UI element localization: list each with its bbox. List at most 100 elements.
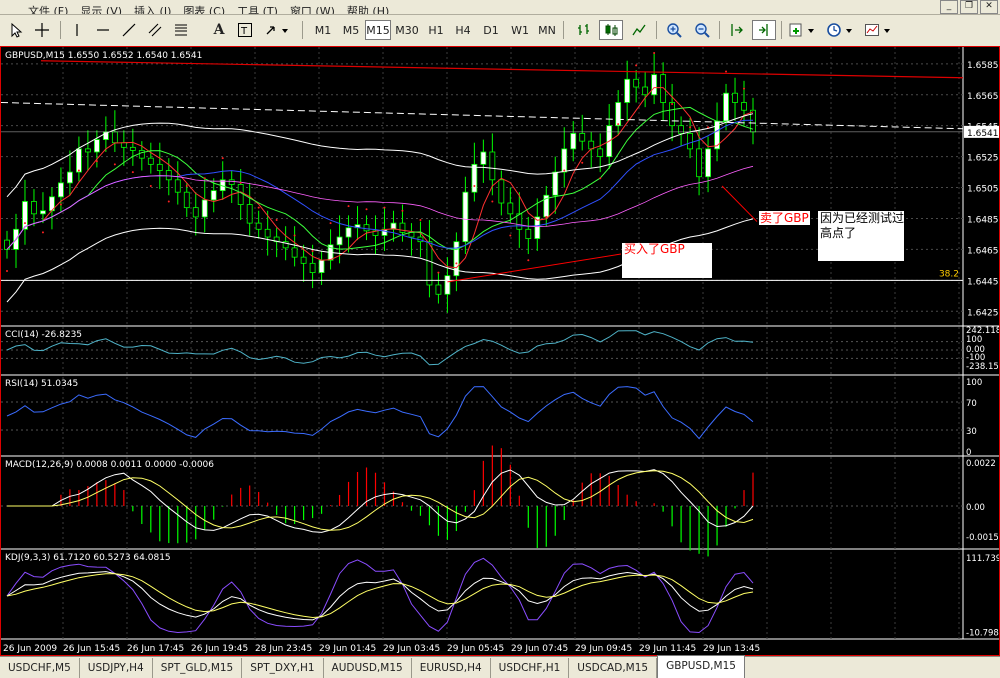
- minimize-button[interactable]: _: [940, 0, 958, 14]
- sar-dot: [545, 215, 548, 218]
- channel-icon[interactable]: [144, 20, 166, 40]
- candle-body: [480, 151, 487, 165]
- cci-line: [6, 330, 754, 366]
- timeframe-mn-button[interactable]: MN: [534, 20, 560, 40]
- arrow-dropdown-icon[interactable]: [262, 20, 292, 40]
- candle-body: [345, 227, 352, 238]
- candle-body: [462, 191, 469, 243]
- sar-dot: [185, 185, 188, 187]
- timeframe-h4-button[interactable]: H4: [450, 20, 476, 40]
- tab-spt-dxy-h1[interactable]: SPT_DXY,H1: [242, 658, 324, 678]
- chart-canvas[interactable]: 1.65851.65651.65451.65251.65051.64851.64…: [1, 47, 999, 655]
- sar-dot: [275, 219, 278, 222]
- resistance-line: [40, 60, 964, 79]
- autoscroll-icon[interactable]: [725, 20, 749, 40]
- tab-usdchf-m5[interactable]: USDCHF,M5: [0, 658, 80, 678]
- timeframe-m30-button[interactable]: M30: [394, 20, 420, 40]
- timeframe-w1-button[interactable]: W1: [507, 20, 533, 40]
- chart-window[interactable]: 1.65851.65651.65451.65251.65051.64851.64…: [0, 46, 1000, 656]
- rsi-axis-label: 0: [966, 448, 971, 458]
- candle-body: [309, 262, 316, 274]
- trendline-icon[interactable]: [118, 20, 140, 40]
- timeframe-m15-button[interactable]: M15: [365, 20, 391, 40]
- tab-usdcad-m15[interactable]: USDCAD,M15: [569, 658, 658, 678]
- crosshair-icon[interactable]: [30, 20, 54, 40]
- text-label-icon[interactable]: T: [234, 20, 256, 40]
- sell-arrow-line: [721, 185, 758, 222]
- candle-body: [678, 125, 684, 134]
- fibonacci-icon[interactable]: [170, 20, 192, 40]
- tab-usdjpy-h4[interactable]: USDJPY,H4: [80, 658, 153, 678]
- candle-body: [246, 204, 253, 224]
- sar-dot: [725, 70, 728, 73]
- sar-dot: [617, 123, 620, 126]
- menu-item-6[interactable]: 帮助 (H): [341, 6, 395, 15]
- macd-line: [7, 469, 754, 533]
- menu-bar: 文件 (F) 显示 (V) 插入 (I) 图表 (C) 工具 (T) 窗口 (W) 帮助 (…: [0, 0, 1000, 15]
- menu-item-4[interactable]: 工具 (T): [231, 6, 284, 15]
- candle-body: [588, 140, 595, 150]
- time-axis-label: 29 Jun 07:45: [511, 644, 568, 654]
- menu-item-1[interactable]: 显示 (V): [74, 6, 128, 15]
- candle-body: [615, 102, 622, 127]
- timeframe-h1-button[interactable]: H1: [423, 20, 449, 40]
- tab-usdchf-h1[interactable]: USDCHF,H1: [491, 658, 570, 678]
- sar-dot: [41, 231, 44, 234]
- tab-spt-gld-m15[interactable]: SPT_GLD,M15: [153, 658, 243, 678]
- candle-body: [705, 148, 711, 178]
- sar-dot: [437, 271, 440, 274]
- candle-body: [40, 210, 46, 215]
- timeframe-d1-button[interactable]: D1: [478, 20, 504, 40]
- candle-body: [165, 170, 172, 181]
- menu-item-3[interactable]: 图表 (C): [177, 6, 231, 15]
- candle-body: [318, 259, 325, 274]
- templates-dropdown-icon[interactable]: [862, 20, 896, 40]
- zoom-out-icon[interactable]: [690, 20, 714, 40]
- horizontal-line-icon[interactable]: [92, 20, 114, 40]
- restore-button[interactable]: ❐: [960, 0, 978, 14]
- sar-dot: [203, 177, 206, 180]
- line-chart-icon[interactable]: [627, 20, 651, 40]
- sell-reason-annotation: 因为已经测试过高点了: [820, 211, 905, 240]
- candle-body: [732, 92, 738, 103]
- fib-label: 38.2: [939, 269, 959, 279]
- sar-dot: [509, 234, 512, 237]
- menu-item-0[interactable]: 文件 (F): [22, 6, 74, 15]
- candle-body: [129, 146, 136, 151]
- tab-audusd-m15[interactable]: AUDUSD,M15: [324, 658, 412, 678]
- candle-body: [210, 190, 217, 201]
- close-button[interactable]: ✕: [980, 0, 998, 14]
- window-controls: _ ❐ ✕: [940, 0, 998, 14]
- time-axis-label: 29 Jun 13:45: [703, 644, 760, 654]
- candle-body: [435, 284, 442, 295]
- candle-body: [120, 142, 127, 148]
- ma-5-line: [6, 87, 754, 269]
- kdj-axis-label: -10.798: [966, 629, 999, 639]
- sar-dot: [221, 157, 224, 160]
- chart-tabs: USDCHF,M5 USDJPY,H4 SPT_GLD,M15 SPT_DXY,H1 A…: [0, 655, 1000, 678]
- buy-annotation: 买入了GBP: [624, 242, 685, 256]
- indicators-dropdown-icon[interactable]: [786, 20, 820, 40]
- periods-dropdown-icon[interactable]: [824, 20, 858, 40]
- kdj-header: KDJ(9,3,3) 61.7120 60.5273 64.0815: [5, 553, 171, 563]
- menu-item-5[interactable]: 窗口 (W): [284, 6, 341, 15]
- rsi-header: RSI(14) 51.0345: [5, 379, 78, 389]
- buy-annotation-box: 买入了GBP: [622, 243, 712, 278]
- sar-dot: [401, 209, 404, 212]
- timeframe-m5-button[interactable]: M5: [338, 20, 364, 40]
- menu-item-2[interactable]: 插入 (I): [128, 6, 177, 15]
- time-axis-label: 26 Jun 15:45: [63, 644, 120, 654]
- tab-gbpusd-m15[interactable]: GBPUSD,M15: [657, 655, 745, 678]
- candle-body: [201, 199, 208, 218]
- candlestick-icon[interactable]: [599, 20, 623, 40]
- cursor-icon[interactable]: [4, 20, 28, 40]
- vertical-line-icon[interactable]: [66, 20, 88, 40]
- timeframe-m1-button[interactable]: M1: [310, 20, 336, 40]
- candle-body: [31, 201, 37, 215]
- chart-shift-icon[interactable]: [752, 20, 776, 40]
- text-icon[interactable]: A: [208, 20, 230, 40]
- candle-body: [93, 139, 100, 153]
- zoom-in-icon[interactable]: [662, 20, 686, 40]
- tab-eurusd-h4[interactable]: EURUSD,H4: [412, 658, 491, 678]
- bar-chart-icon[interactable]: [572, 20, 596, 40]
